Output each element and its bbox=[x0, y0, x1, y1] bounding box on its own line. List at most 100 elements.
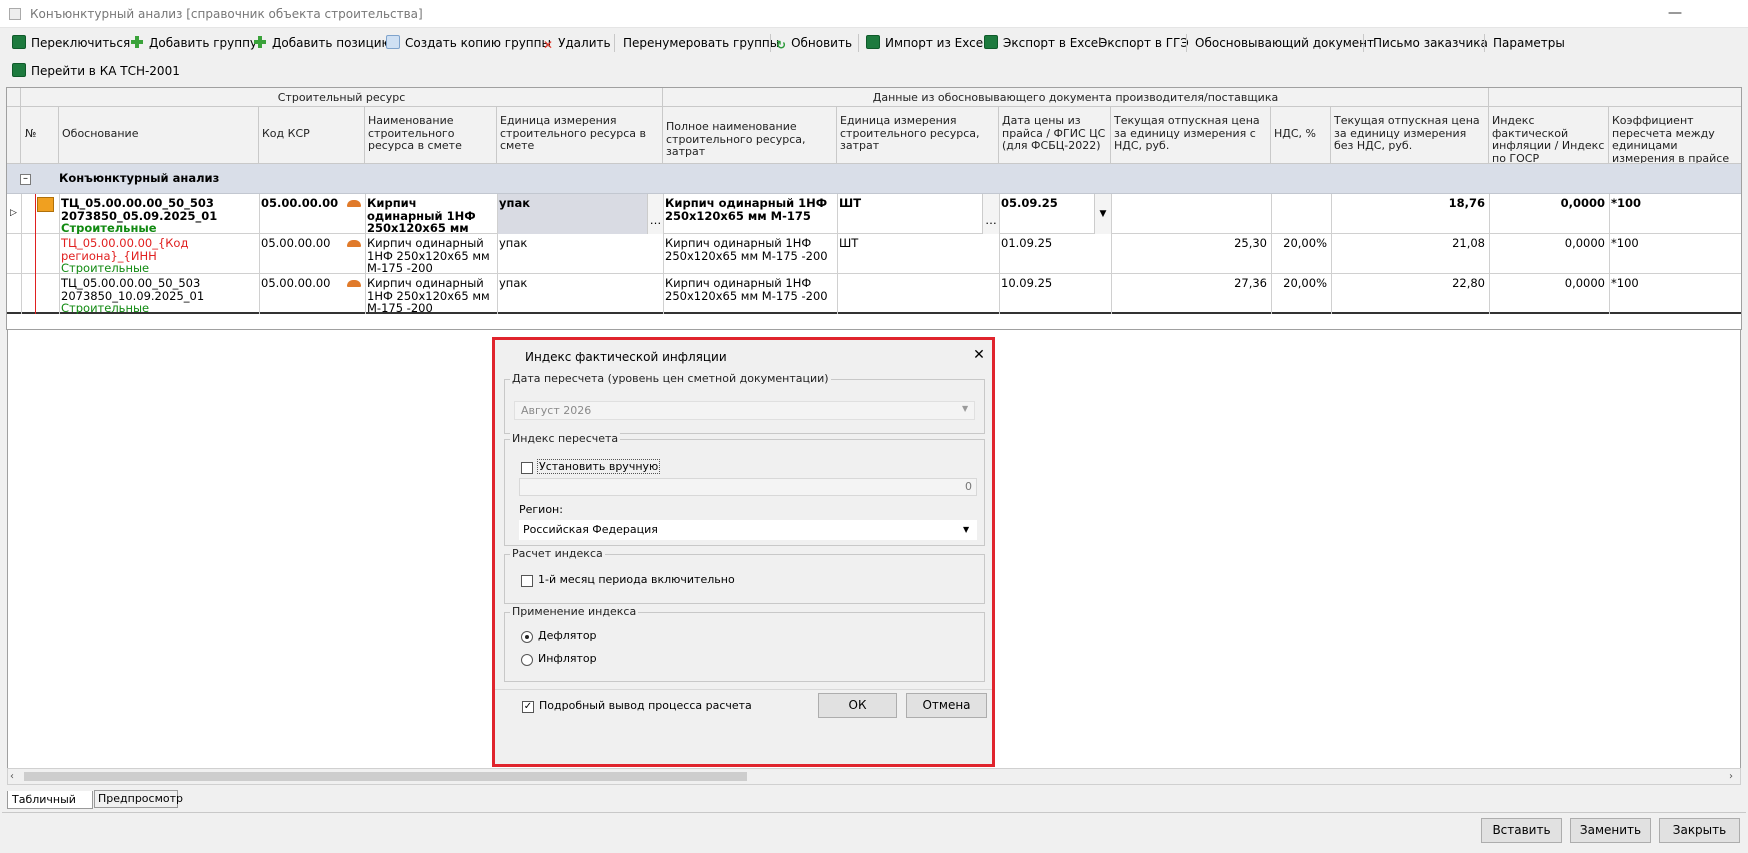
dialog-divider bbox=[495, 689, 992, 690]
cell-res-unit[interactable]: упак bbox=[499, 237, 659, 251]
cell-index[interactable]: 0,0000 bbox=[1489, 237, 1605, 251]
verbose-checkbox[interactable]: ✓ bbox=[522, 701, 534, 713]
cell-index[interactable]: 0,0000 bbox=[1489, 197, 1605, 211]
renumber-button[interactable]: Перенумеровать группы bbox=[623, 33, 779, 53]
cell-res-name[interactable]: Кирпич одинарный 1НФ 250х120х65 мм М-175… bbox=[367, 197, 495, 235]
scroll-left-arrow-icon[interactable]: ‹ bbox=[10, 771, 20, 782]
export-gge-button[interactable]: Экспорт в ГГЭ bbox=[1099, 33, 1189, 53]
cell-price-vat[interactable]: 27,36 bbox=[1111, 277, 1267, 291]
inflator-label[interactable]: Инфлятор bbox=[538, 652, 597, 665]
close-window-button[interactable]: Закрыть bbox=[1659, 818, 1740, 843]
customer-letter-button[interactable]: Письмо заказчика bbox=[1373, 33, 1488, 53]
col-header-full-name[interactable]: Полное наименование строительного ресурс… bbox=[663, 107, 837, 164]
inflator-radio[interactable] bbox=[521, 654, 533, 666]
grid-line bbox=[1609, 194, 1610, 314]
cell-ksr[interactable]: 05.00.00.00 bbox=[261, 237, 339, 251]
cell-price-novat[interactable]: 22,80 bbox=[1331, 277, 1485, 291]
cell-vat[interactable]: 20,00% bbox=[1271, 237, 1327, 251]
res-unit-ellipsis-button[interactable]: … bbox=[647, 194, 663, 234]
cell-unit[interactable] bbox=[839, 277, 995, 291]
col-header-price-novat[interactable]: Текущая отпускная цена за единицу измере… bbox=[1331, 107, 1489, 164]
cell-res-unit-edit[interactable]: упак bbox=[497, 194, 647, 234]
deflator-label[interactable]: Дефлятор bbox=[538, 629, 597, 642]
basis-document-button[interactable]: Обосновывающий документ bbox=[1195, 33, 1374, 53]
cell-basis[interactable]: ТЦ_05.00.00.00_50_503 2073850_05.09.2025… bbox=[61, 197, 257, 223]
scrollbar-thumb[interactable] bbox=[24, 772, 747, 781]
cell-coef[interactable]: *100 bbox=[1611, 277, 1741, 291]
switch-button[interactable]: Переключиться bbox=[12, 33, 130, 53]
col-header-index[interactable]: Индекс фактической инфляции / Индекс по … bbox=[1489, 107, 1609, 164]
goto-ka-button[interactable]: Перейти в КА ТСН-2001 bbox=[12, 61, 180, 81]
cell-res-unit[interactable]: упак bbox=[499, 277, 659, 291]
col-header-unit[interactable]: Единица измерения строительного ресурса,… bbox=[837, 107, 999, 164]
manual-index-input[interactable]: 0 bbox=[519, 478, 977, 496]
col-header-basis[interactable]: Обоснование bbox=[59, 107, 259, 164]
cell-vat[interactable]: 20,00% bbox=[1271, 277, 1327, 291]
cell-basis[interactable]: ТЦ_05.00.00.00_50_503 2073850_10.09.2025… bbox=[61, 277, 257, 303]
region-select[interactable]: Российская Федерация bbox=[519, 520, 977, 540]
copy-group-button[interactable]: Создать копию группы bbox=[386, 33, 551, 53]
date-dropdown-arrow-icon[interactable]: ▼ bbox=[1094, 194, 1111, 234]
deflator-radio[interactable] bbox=[521, 631, 533, 643]
cell-ksr[interactable]: 05.00.00.00 bbox=[261, 277, 339, 291]
col-header-ksr[interactable]: Код КСР bbox=[259, 107, 365, 164]
cell-res-name[interactable]: Кирпич одинарный 1НФ 250х120х65 мм М-175… bbox=[367, 237, 495, 275]
verbose-label[interactable]: Подробный вывод процесса расчета bbox=[539, 699, 752, 712]
cell-price-vat[interactable]: 25,30 bbox=[1111, 237, 1267, 251]
cell-coef[interactable]: *100 bbox=[1611, 197, 1741, 211]
cell-full-name[interactable]: Кирпич одинарный 1НФ 250х120х65 мм М-175… bbox=[665, 197, 835, 223]
dialog-close-icon[interactable]: ✕ bbox=[970, 346, 988, 364]
col-header-price-date[interactable]: Дата цены из прайса / ФГИС ЦС (для ФСБЦ-… bbox=[999, 107, 1111, 164]
add-position-button[interactable]: Добавить позицию bbox=[253, 33, 392, 53]
col-header-res-unit[interactable]: Единица измерения строительного ресурса … bbox=[497, 107, 663, 164]
ok-button[interactable]: ОК bbox=[818, 693, 897, 718]
col-header-num[interactable]: № bbox=[21, 107, 59, 164]
import-excel-button[interactable]: Импорт из Excel bbox=[866, 33, 986, 53]
cell-basis[interactable]: ТЦ_05.00.00.00_{Код региона}_{ИНН постав… bbox=[61, 237, 257, 263]
plus-icon bbox=[253, 35, 267, 49]
cell-price-novat[interactable]: 21,08 bbox=[1331, 237, 1485, 251]
cell-price-date[interactable]: 01.09.25 bbox=[1001, 237, 1107, 251]
cell-price-vat[interactable] bbox=[1111, 197, 1267, 211]
first-month-checkbox[interactable] bbox=[521, 575, 533, 587]
row-indicator-header bbox=[7, 107, 21, 164]
cell-coef[interactable]: *100 bbox=[1611, 237, 1741, 251]
cell-unit[interactable]: ШТ bbox=[839, 237, 995, 251]
collapse-toggle[interactable]: – bbox=[20, 174, 31, 185]
col-header-res-name[interactable]: Наименование строительного ресурса в сме… bbox=[365, 107, 497, 164]
cell-price-novat[interactable]: 18,76 bbox=[1331, 197, 1485, 211]
refresh-button[interactable]: ↻ Обновить bbox=[776, 33, 852, 53]
tab-preview[interactable]: Предпросмотр bbox=[94, 790, 183, 808]
cell-full-name[interactable]: Кирпич одинарный 1НФ 250х120х65 мм М-175… bbox=[665, 237, 835, 263]
insert-button[interactable]: Вставить bbox=[1481, 818, 1562, 843]
col-header-coef[interactable]: Коэффициент пересчета между единицами из… bbox=[1609, 107, 1741, 164]
cell-price-date[interactable]: 10.09.25 bbox=[1001, 277, 1107, 291]
cell-unit[interactable]: ШТ bbox=[839, 197, 979, 211]
cell-index[interactable]: 0,0000 bbox=[1489, 277, 1605, 291]
col-header-price-vat[interactable]: Текущая отпускная цена за единицу измере… bbox=[1111, 107, 1271, 164]
cell-price-date[interactable]: 05.09.25 bbox=[1001, 197, 1093, 211]
unit-ellipsis-button[interactable]: … bbox=[982, 194, 999, 234]
title-bar: Конъюнктурный анализ [справочник объекта… bbox=[0, 0, 1748, 28]
replace-button[interactable]: Заменить bbox=[1570, 818, 1651, 843]
scroll-right-arrow-icon[interactable]: › bbox=[1729, 771, 1739, 782]
delete-button[interactable]: ✕ Удалить bbox=[543, 33, 611, 53]
manual-label[interactable]: Установить вручную bbox=[537, 459, 661, 474]
export-excel-button[interactable]: Экспорт в Excel bbox=[984, 33, 1102, 53]
excel-icon bbox=[866, 35, 880, 49]
first-month-label[interactable]: 1-й месяц периода включительно bbox=[538, 573, 735, 586]
tab-table-view[interactable]: Табличный вид bbox=[7, 791, 93, 823]
cell-res-name[interactable]: Кирпич одинарный 1НФ 250х120х65 мм М-175… bbox=[367, 277, 495, 315]
cell-ksr[interactable]: 05.00.00.00 bbox=[261, 197, 339, 211]
cell-full-name[interactable]: Кирпич одинарный 1НФ 250х120х65 мм М-175… bbox=[665, 277, 835, 303]
manual-checkbox[interactable] bbox=[521, 462, 533, 474]
add-group-button[interactable]: Добавить группу bbox=[130, 33, 257, 53]
parameters-button[interactable]: Параметры bbox=[1493, 33, 1565, 53]
grid-line bbox=[497, 194, 498, 314]
cancel-button[interactable]: Отмена bbox=[906, 693, 987, 718]
cell-vat[interactable] bbox=[1271, 197, 1327, 211]
col-header-vat[interactable]: НДС, % bbox=[1271, 107, 1331, 164]
recalc-date-select[interactable]: Август 2026 bbox=[514, 401, 975, 420]
position-icon bbox=[37, 197, 54, 212]
row-marker-stripe bbox=[35, 194, 36, 314]
